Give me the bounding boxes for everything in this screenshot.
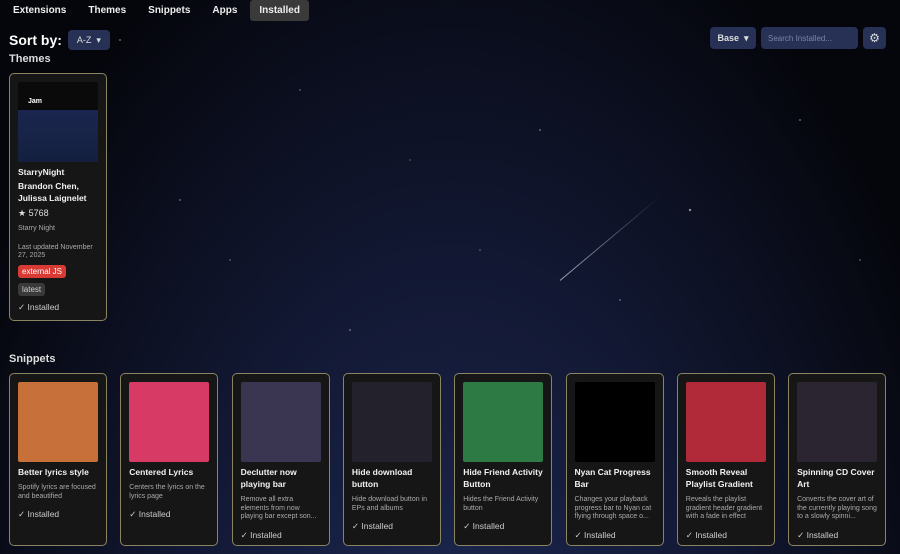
installed-status: ✓ Installed: [685, 529, 727, 540]
badge-latest: latest: [18, 282, 46, 296]
theme-card[interactable]: Jam StarryNight Brandon Chen, Julissa La…: [9, 73, 107, 321]
sort-value: A-Z: [76, 35, 92, 45]
gear-icon: ⚙: [869, 31, 880, 45]
theme-updated: Last updated November 27, 2025: [18, 243, 93, 260]
chevron-down-icon: ▾: [96, 34, 101, 45]
snippet-card[interactable]: Hide download button Hide download butto…: [342, 373, 441, 546]
snippet-description: Changes your playback progress bar to Ny…: [574, 496, 652, 520]
snippet-description: Reveals the playlist gradient header gra…: [685, 496, 763, 520]
tab-installed[interactable]: Installed: [250, 0, 309, 21]
snippet-title: Spinning CD Cover Art: [797, 467, 875, 489]
snippet-card[interactable]: Hide Friend Activity Button Hides the Fr…: [454, 373, 553, 546]
snippet-card[interactable]: Declutter now playing bar Remove all ext…: [231, 373, 330, 546]
snippet-description: Hide download button in EPs and albums: [351, 496, 428, 512]
base-dropdown[interactable]: Base ▾: [710, 27, 756, 49]
thumb-text: Jam: [28, 98, 43, 105]
snippet-title: Smooth Reveal Playlist Gradient: [685, 467, 753, 489]
tab-extensions[interactable]: Extensions: [4, 0, 75, 21]
snippet-thumbnail: [797, 382, 878, 462]
snippet-description: Centers the lyrics on the lyrics page: [129, 484, 205, 500]
settings-button[interactable]: ⚙: [863, 27, 886, 49]
snippet-card[interactable]: Nyan Cat Progress Bar Changes your playb…: [565, 373, 664, 546]
star-icon: ★: [18, 208, 29, 218]
snippet-thumbnail: [351, 382, 432, 462]
sort-control: Sort by: A-Z ▾: [9, 30, 110, 50]
snippet-title: Better lyrics style: [18, 467, 89, 477]
theme-thumbnail: Jam: [18, 82, 98, 162]
snippet-title: Centered Lyrics: [129, 467, 194, 477]
tab-apps[interactable]: Apps: [203, 0, 246, 21]
tab-themes[interactable]: Themes: [79, 0, 135, 21]
chevron-down-icon: ▾: [743, 32, 749, 43]
snippet-thumbnail: [574, 382, 655, 462]
snippet-thumbnail: [463, 382, 544, 462]
badge-external-js: external JS: [18, 264, 67, 278]
themes-heading: Themes: [9, 53, 51, 65]
top-tabs: Extensions Themes Snippets Apps Installe…: [4, 0, 309, 21]
snippet-thumbnail: [129, 382, 210, 462]
sort-label: Sort by:: [9, 32, 62, 48]
installed-status: ✓ Installed: [129, 509, 171, 519]
theme-title: StarryNight: [18, 167, 65, 177]
snippet-description: Remove all extra elements from now playi…: [240, 496, 317, 520]
search-input[interactable]: [761, 27, 858, 49]
snippet-title: Hide Friend Activity Button: [463, 467, 543, 489]
shooting-star: [559, 196, 660, 281]
snippet-description: Hides the Friend Activity button: [463, 496, 539, 512]
snippet-card[interactable]: Centered Lyrics Centers the lyrics on th…: [120, 373, 219, 546]
snippet-description: Spotify lyrics are focused and beautifie…: [18, 484, 96, 500]
snippet-description: Converts the cover art of the currently …: [797, 496, 877, 520]
snippet-card[interactable]: Smooth Reveal Playlist Gradient Reveals …: [676, 373, 775, 546]
snippet-title: Hide download button: [351, 467, 413, 489]
installed-status: ✓ Installed: [240, 529, 282, 540]
theme-stars: ★ 5768: [18, 208, 98, 219]
snippet-title: Nyan Cat Progress Bar: [574, 467, 651, 489]
installed-status: ✓ Installed: [351, 521, 394, 531]
snippet-thumbnail: [18, 382, 98, 462]
snippet-thumbnail: [240, 382, 321, 462]
sort-dropdown[interactable]: A-Z ▾: [67, 30, 110, 50]
snippet-thumbnail: [685, 382, 766, 462]
installed-status: ✓ Installed: [18, 509, 60, 519]
star-count: 5768: [28, 208, 49, 218]
snippet-title: Declutter now playing bar: [240, 467, 297, 489]
installed-status: ✓ Installed: [797, 529, 839, 540]
toolbar: Base ▾ ⚙: [710, 27, 886, 49]
theme-description: Starry Night: [18, 225, 55, 232]
tab-snippets[interactable]: Snippets: [139, 0, 199, 21]
installed-status: ✓ Installed: [18, 301, 60, 312]
theme-authors: Brandon Chen, Julissa Laignelet: [18, 181, 87, 203]
snippet-card[interactable]: Better lyrics style Spotify lyrics are f…: [9, 373, 107, 546]
snippets-heading: Snippets: [9, 353, 56, 365]
base-label: Base: [717, 33, 739, 43]
installed-status: ✓ Installed: [463, 521, 505, 531]
installed-status: ✓ Installed: [574, 529, 616, 540]
snippet-card[interactable]: Spinning CD Cover Art Converts the cover…: [788, 373, 887, 546]
